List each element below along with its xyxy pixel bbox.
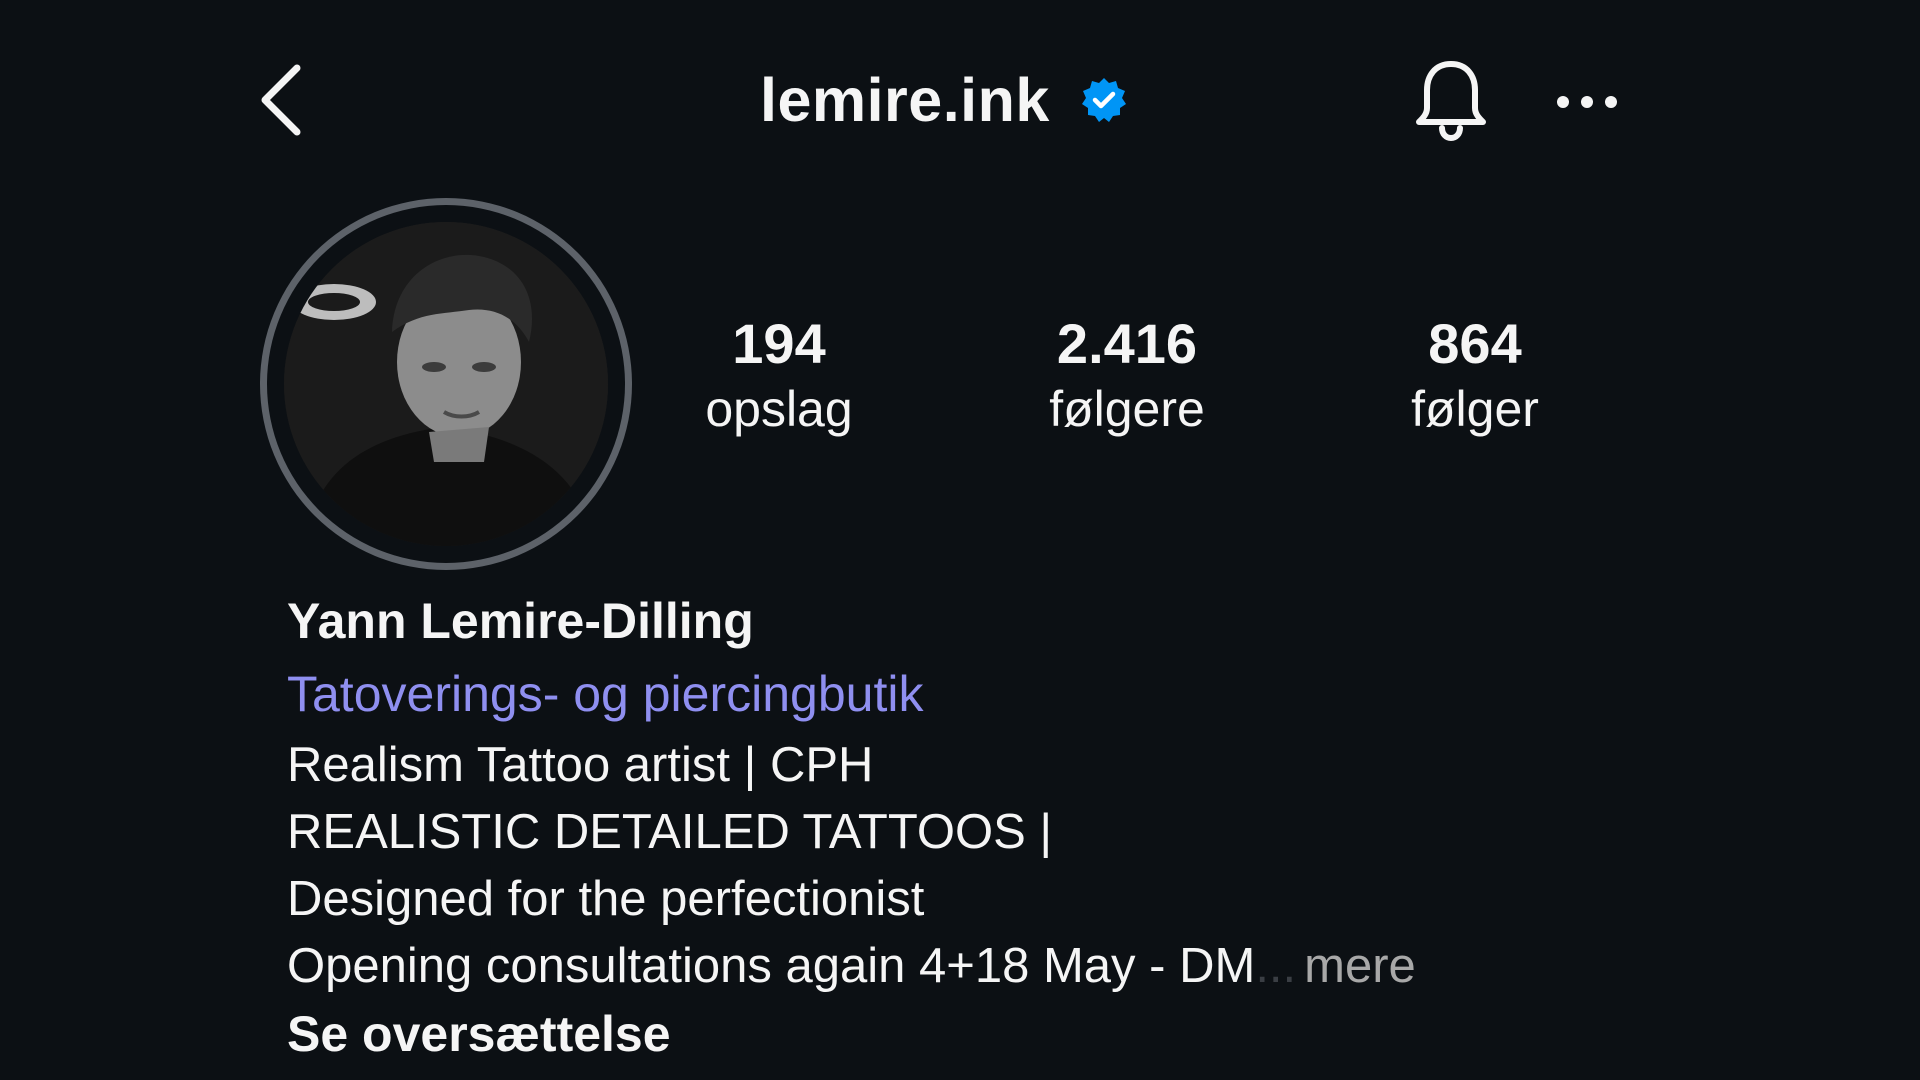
bell-icon: [1416, 61, 1486, 142]
followers-count: 2.416: [1056, 312, 1198, 375]
following-count: 864: [1428, 312, 1522, 375]
stat-followers[interactable]: 2.416 følgere: [997, 310, 1257, 440]
more-options-button[interactable]: [1552, 80, 1622, 124]
display-name: Yann Lemire-Dilling: [287, 593, 754, 649]
verified-badge-icon: [1080, 76, 1128, 124]
profile-photo: [284, 222, 608, 546]
more-link[interactable]: mere: [1304, 939, 1416, 993]
bio-line-truncated: Opening consultations again 4+18 May - D…: [287, 933, 1687, 1000]
stat-following[interactable]: 864 følger: [1345, 310, 1605, 440]
bio-line: Designed for the perfectionist: [287, 872, 925, 926]
posts-count: 194: [732, 312, 826, 375]
bio-line: REALISTIC DETAILED TATTOOS |: [287, 805, 1053, 859]
username: lemire.ink: [760, 66, 1050, 134]
bio-line: Realism Tattoo artist | CPH: [287, 738, 874, 792]
stat-posts[interactable]: 194 opslag: [649, 310, 909, 440]
profile-photo-illustration: [284, 222, 608, 546]
bio-line-text: Opening consultations again 4+18 May - D…: [287, 939, 1256, 993]
following-label: følger: [1411, 381, 1539, 437]
profile-header: lemire.ink: [0, 0, 1920, 200]
username-title[interactable]: lemire.ink: [760, 62, 1128, 138]
more-horizontal-icon: [1557, 96, 1617, 108]
bio-ellipsis: ...: [1255, 939, 1297, 993]
profile-screen: lemire.ink 194 opslag 2.416 følgere 864 …: [0, 0, 1920, 1080]
category-link[interactable]: Tatoverings- og piercingbutik: [287, 656, 1687, 732]
see-translation-link[interactable]: Se oversættelse: [287, 1000, 1687, 1068]
followers-label: følgere: [1049, 381, 1205, 437]
posts-label: opslag: [705, 381, 853, 437]
story-ring[interactable]: [260, 198, 632, 570]
bio-section: Yann Lemire-Dilling Tatoverings- og pier…: [287, 588, 1687, 1068]
chevron-left-icon: [261, 64, 301, 136]
back-button[interactable]: [250, 60, 310, 140]
notifications-button[interactable]: [1406, 52, 1496, 148]
avatar-border: [267, 205, 625, 563]
